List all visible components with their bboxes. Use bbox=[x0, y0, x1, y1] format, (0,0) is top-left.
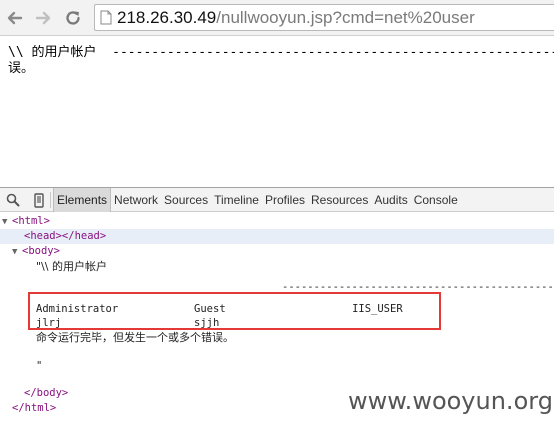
command-status-text: 命令运行完毕，但发生一个或多个错误。 bbox=[36, 331, 234, 344]
tab-profiles[interactable]: Profiles bbox=[262, 188, 308, 212]
devtools-toolbar: Elements Network Sources Timeline Profil… bbox=[0, 188, 554, 212]
tab-console[interactable]: Console bbox=[411, 188, 461, 212]
watermark: www.wooyun.org bbox=[348, 387, 553, 415]
dom-text-node[interactable]: "\\ 的用户帐户 bbox=[36, 259, 107, 274]
reload-button[interactable] bbox=[62, 7, 84, 29]
closing-quote: " bbox=[36, 360, 43, 372]
mobile-device-icon bbox=[34, 192, 44, 208]
dom-text-users-row-2: jlrj sjjh bbox=[36, 316, 219, 331]
dom-node-body[interactable]: ▼ <body> bbox=[12, 244, 60, 259]
expand-triangle-icon[interactable]: ▼ bbox=[2, 215, 12, 230]
browser-toolbar: 218.26.30.49/nullwooyun.jsp?cmd=net%20us… bbox=[0, 0, 554, 36]
tab-audits[interactable]: Audits bbox=[371, 188, 410, 212]
inspect-element-button[interactable] bbox=[5, 192, 21, 208]
forward-button[interactable] bbox=[32, 7, 54, 29]
users-row-2: jlrj sjjh bbox=[36, 317, 220, 329]
dom-text-status: 命令运行完毕，但发生一个或多个错误。 bbox=[36, 330, 234, 345]
url-path: /nullwooyun.jsp?cmd=net%20user bbox=[216, 8, 475, 27]
dom-text-dashes: ----------------------------------------… bbox=[282, 280, 554, 295]
dom-tag-body-open: <body> bbox=[22, 245, 60, 257]
dom-tag-head: <head></head> bbox=[24, 230, 107, 242]
tab-timeline[interactable]: Timeline bbox=[211, 188, 262, 212]
dom-node-head[interactable]: <head></head> bbox=[0, 229, 554, 244]
dom-tag-html-open: <html> bbox=[12, 215, 50, 227]
tab-network[interactable]: Network bbox=[111, 188, 161, 212]
address-bar[interactable]: 218.26.30.49/nullwooyun.jsp?cmd=net%20us… bbox=[94, 4, 554, 31]
device-mode-button[interactable] bbox=[31, 192, 47, 208]
magnifier-icon bbox=[6, 193, 20, 207]
dom-tag-body-close: </body> bbox=[24, 387, 69, 399]
page-line-2: 误。 bbox=[8, 61, 35, 76]
devtools-tabs: Elements Network Sources Timeline Profil… bbox=[53, 188, 461, 212]
page-line-1: \\ 的用户帐户 -------------------------------… bbox=[8, 45, 554, 60]
toolbar-divider bbox=[50, 192, 51, 208]
dom-node-html-close[interactable]: </html> bbox=[12, 401, 56, 416]
dom-text-line-1: "\\ 的用户帐户 bbox=[36, 260, 107, 273]
back-button[interactable] bbox=[4, 7, 26, 29]
url-text: 218.26.30.49/nullwooyun.jsp?cmd=net%20us… bbox=[117, 8, 475, 28]
tab-elements[interactable]: Elements bbox=[53, 188, 112, 212]
users-row-1: Administrator Guest IIS_USER bbox=[36, 303, 403, 315]
dom-node-html[interactable]: ▼ <html> bbox=[2, 214, 50, 229]
page-preformatted-text: \\ 的用户帐户 -------------------------------… bbox=[8, 45, 554, 77]
page-content: \\ 的用户帐户 -------------------------------… bbox=[0, 37, 554, 187]
dom-text-users-row-1: Administrator Guest IIS_USER bbox=[36, 302, 403, 317]
page-icon bbox=[100, 10, 112, 25]
expand-triangle-icon[interactable]: ▼ bbox=[12, 245, 22, 260]
tab-resources[interactable]: Resources bbox=[308, 188, 371, 212]
dom-tag-html-close: </html> bbox=[12, 402, 57, 414]
url-host: 218.26.30.49 bbox=[117, 8, 217, 27]
dom-node-body-close[interactable]: </body> bbox=[24, 386, 68, 401]
reload-icon bbox=[66, 11, 80, 25]
dom-text-close-quote: " bbox=[36, 359, 42, 374]
dom-dashes: ----------------------------------------… bbox=[282, 281, 554, 293]
arrow-right-icon bbox=[35, 11, 51, 25]
arrow-left-icon bbox=[7, 11, 23, 25]
tab-sources[interactable]: Sources bbox=[161, 188, 211, 212]
